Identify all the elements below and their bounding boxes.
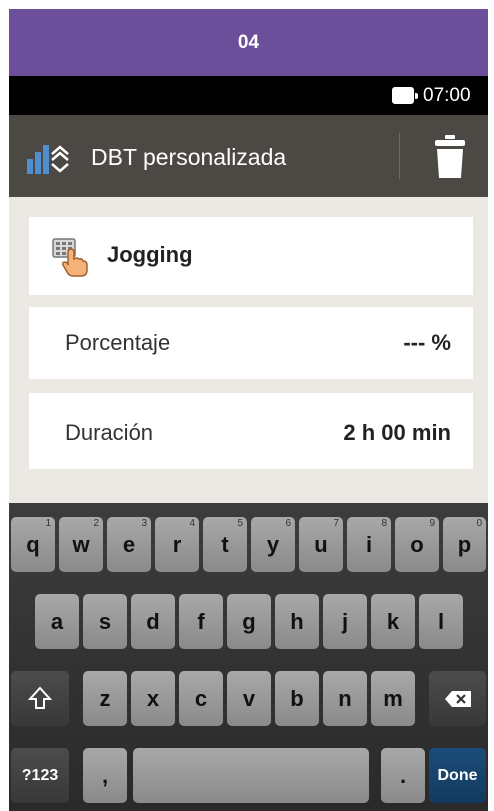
app-bar: DBT personalizada — [9, 115, 488, 197]
duration-value: 2 h 00 min — [343, 420, 451, 445]
activity-selector[interactable]: Jogging — [29, 217, 473, 295]
duration-row[interactable]: Duración 2 h 00 min — [29, 393, 473, 469]
shift-icon — [28, 686, 52, 709]
key-a[interactable]: a — [35, 594, 79, 649]
dbt-app-icon — [27, 145, 69, 174]
key-d[interactable]: d — [131, 594, 175, 649]
key-p[interactable]: p0 — [443, 517, 486, 572]
app-bar-divider — [399, 133, 400, 179]
key-n[interactable]: n — [323, 671, 367, 726]
symbols-key[interactable]: ?123 — [11, 748, 69, 803]
key-l[interactable]: l — [419, 594, 463, 649]
key-v[interactable]: v — [227, 671, 271, 726]
battery-icon — [392, 87, 418, 104]
shift-key[interactable] — [11, 671, 69, 726]
percentage-value: --- % — [403, 330, 451, 355]
key-s[interactable]: s — [83, 594, 127, 649]
status-time: 07:00 — [423, 85, 471, 106]
key-q[interactable]: q1 — [11, 517, 55, 572]
key-h[interactable]: h — [275, 594, 319, 649]
trash-icon[interactable] — [434, 135, 466, 179]
key-x[interactable]: x — [131, 671, 175, 726]
key-w[interactable]: w2 — [59, 517, 103, 572]
key-c[interactable]: c — [179, 671, 223, 726]
percentage-label: Porcentaje — [65, 330, 171, 355]
key-o[interactable]: o9 — [395, 517, 439, 572]
key-g[interactable]: g — [227, 594, 271, 649]
onscreen-keyboard: q1 w2 e3 r4 t5 y6 u7 i8 o9 p0 a s d f g … — [9, 503, 488, 811]
key-r[interactable]: r4 — [155, 517, 199, 572]
step-header: 04 — [9, 9, 488, 76]
settings-panel: Jogging Porcentaje --- % Duración 2 h 00… — [9, 197, 488, 503]
key-e[interactable]: e3 — [107, 517, 151, 572]
device-screen: 04 07:00 DBT personalizada Jogging Porce… — [9, 9, 488, 811]
activity-label: Jogging — [107, 242, 193, 267]
key-f[interactable]: f — [179, 594, 223, 649]
key-k[interactable]: k — [371, 594, 415, 649]
backspace-icon — [444, 690, 471, 707]
key-b[interactable]: b — [275, 671, 319, 726]
key-y[interactable]: y6 — [251, 517, 295, 572]
key-m[interactable]: m — [371, 671, 415, 726]
step-number: 04 — [237, 31, 260, 53]
hand-keypad-icon — [52, 238, 88, 277]
space-key[interactable] — [133, 748, 369, 803]
duration-label: Duración — [65, 420, 154, 445]
key-u[interactable]: u7 — [299, 517, 343, 572]
key-z[interactable]: z — [83, 671, 127, 726]
app-bar-title: DBT personalizada — [91, 144, 287, 170]
backspace-key[interactable] — [429, 671, 486, 726]
comma-key[interactable]: , — [83, 748, 127, 803]
done-key[interactable]: Done — [429, 748, 486, 803]
period-key[interactable]: . — [381, 748, 425, 803]
key-j[interactable]: j — [323, 594, 367, 649]
status-bar: 07:00 — [9, 76, 488, 115]
percentage-row[interactable]: Porcentaje --- % — [29, 307, 473, 379]
key-t[interactable]: t5 — [203, 517, 247, 572]
key-i[interactable]: i8 — [347, 517, 391, 572]
